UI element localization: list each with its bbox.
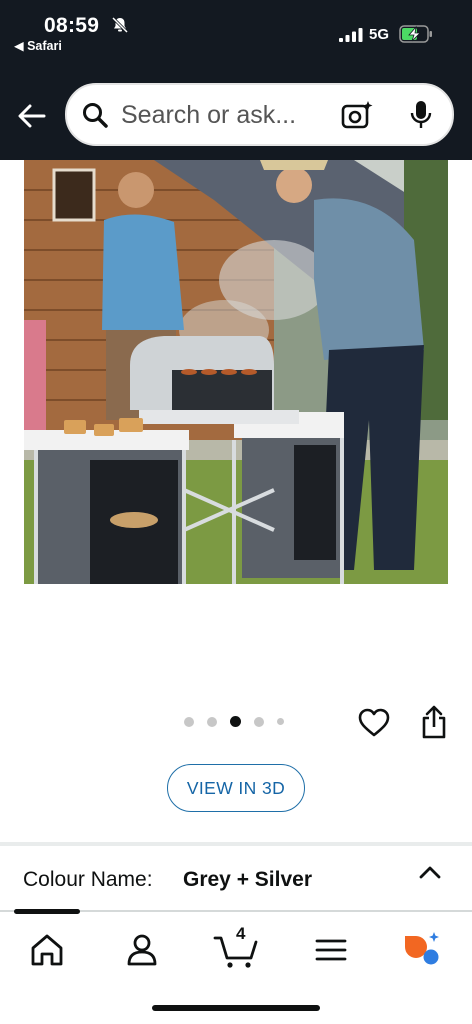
carousel-dot[interactable] <box>277 718 284 725</box>
search-bar[interactable] <box>65 83 454 146</box>
image-carousel-indicator[interactable] <box>184 716 284 727</box>
chevron-up-icon[interactable] <box>418 864 442 880</box>
view-in-3d-button[interactable]: VIEW IN 3D <box>167 764 305 812</box>
product-photo-illustration <box>24 160 448 584</box>
carousel-dot[interactable] <box>254 716 264 727</box>
carousel-dot[interactable] <box>207 716 217 727</box>
home-icon[interactable] <box>27 930 67 970</box>
heart-icon[interactable] <box>358 708 390 738</box>
cart-count-badge: 4 <box>236 924 246 943</box>
product-image[interactable] <box>24 160 448 584</box>
variant-label: Colour Name: <box>23 868 153 891</box>
variant-value: Grey + Silver <box>183 868 313 891</box>
carousel-dot-active[interactable] <box>230 716 241 727</box>
app-header: 08:59 ◀ Safari 5G <box>0 0 472 160</box>
menu-icon[interactable] <box>311 930 351 970</box>
cellular-signal-icon <box>339 28 363 42</box>
nav-active-indicator <box>14 909 80 914</box>
search-input[interactable] <box>121 97 331 133</box>
back-to-safari-link[interactable]: ◀ Safari <box>14 38 62 53</box>
microphone-icon[interactable] <box>410 100 432 130</box>
profile-icon[interactable] <box>122 930 162 970</box>
silent-bell-icon <box>111 16 129 34</box>
rufus-assistant-icon[interactable] <box>402 930 442 970</box>
network-type: 5G <box>369 26 390 43</box>
share-icon[interactable] <box>421 705 447 739</box>
camera-lens-icon[interactable] <box>341 100 373 130</box>
home-indicator <box>152 1005 320 1011</box>
status-time: 08:59 <box>44 14 100 37</box>
back-arrow-icon[interactable] <box>16 100 48 132</box>
carousel-dot[interactable] <box>184 716 194 727</box>
colour-selector[interactable]: Colour Name: Grey + Silver <box>0 846 472 912</box>
battery-charging-icon <box>399 25 432 43</box>
search-icon <box>83 103 108 128</box>
